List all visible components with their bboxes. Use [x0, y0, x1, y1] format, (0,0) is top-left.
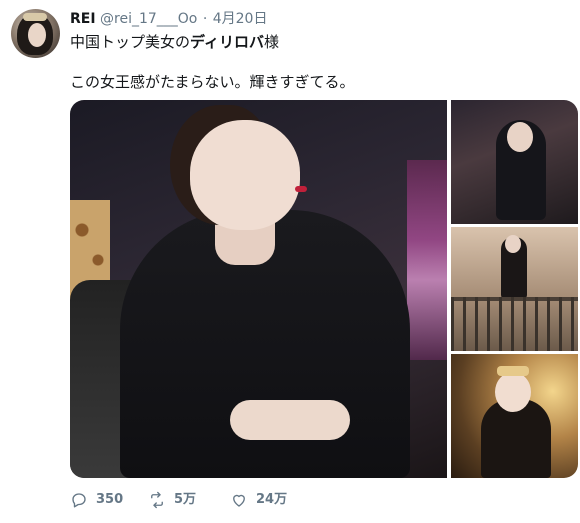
photo-hand	[230, 400, 350, 440]
retweet-button[interactable]: 5万	[148, 490, 196, 510]
tweet-media	[70, 100, 578, 478]
photo-2-face	[507, 122, 533, 152]
header-separator: ·	[202, 11, 208, 27]
tweet: REI @rei_17___Oo · 4月20日 中国トップ美女のディリロバ様 …	[0, 0, 580, 523]
photo-4-face	[495, 372, 531, 412]
display-name[interactable]: REI	[70, 11, 96, 27]
photo-4-crown	[497, 366, 529, 376]
photo-bg-sequins	[407, 160, 447, 360]
retweet-count: 5万	[174, 492, 197, 507]
like-count: 24万	[256, 492, 288, 507]
tweet-text-bold: ディリロバ	[190, 33, 264, 51]
reply-count: 350	[96, 492, 124, 507]
photo-3-face	[505, 235, 521, 253]
tweet-header: REI @rei_17___Oo · 4月20日	[70, 10, 267, 28]
media-photo-4[interactable]	[451, 354, 578, 478]
tweet-text-prefix: 中国トップ美女の	[70, 33, 191, 51]
user-handle[interactable]: @rei_17___Oo	[100, 11, 197, 27]
media-photo-3[interactable]	[451, 227, 578, 351]
reply-button[interactable]: 350	[70, 490, 123, 510]
tweet-date[interactable]: 4月20日	[213, 11, 268, 27]
like-button[interactable]: 24万	[230, 490, 287, 510]
avatar-face	[28, 23, 46, 47]
media-photo-2[interactable]	[451, 100, 578, 224]
tweet-text-line-2: この女王感がたまらない。輝きすぎてる。	[70, 73, 355, 91]
avatar-crown	[23, 13, 47, 21]
photo-face	[190, 120, 300, 230]
avatar[interactable]	[11, 9, 60, 58]
tweet-text-line-1: 中国トップ美女のディリロバ様	[70, 33, 279, 52]
retweet-icon	[148, 491, 166, 509]
media-photo-main[interactable]	[70, 100, 447, 478]
photo-lips	[295, 186, 307, 192]
photo-3-railing	[451, 297, 578, 351]
reply-icon	[70, 491, 88, 509]
heart-icon	[230, 491, 248, 509]
tweet-text-suffix: 様	[263, 33, 279, 51]
